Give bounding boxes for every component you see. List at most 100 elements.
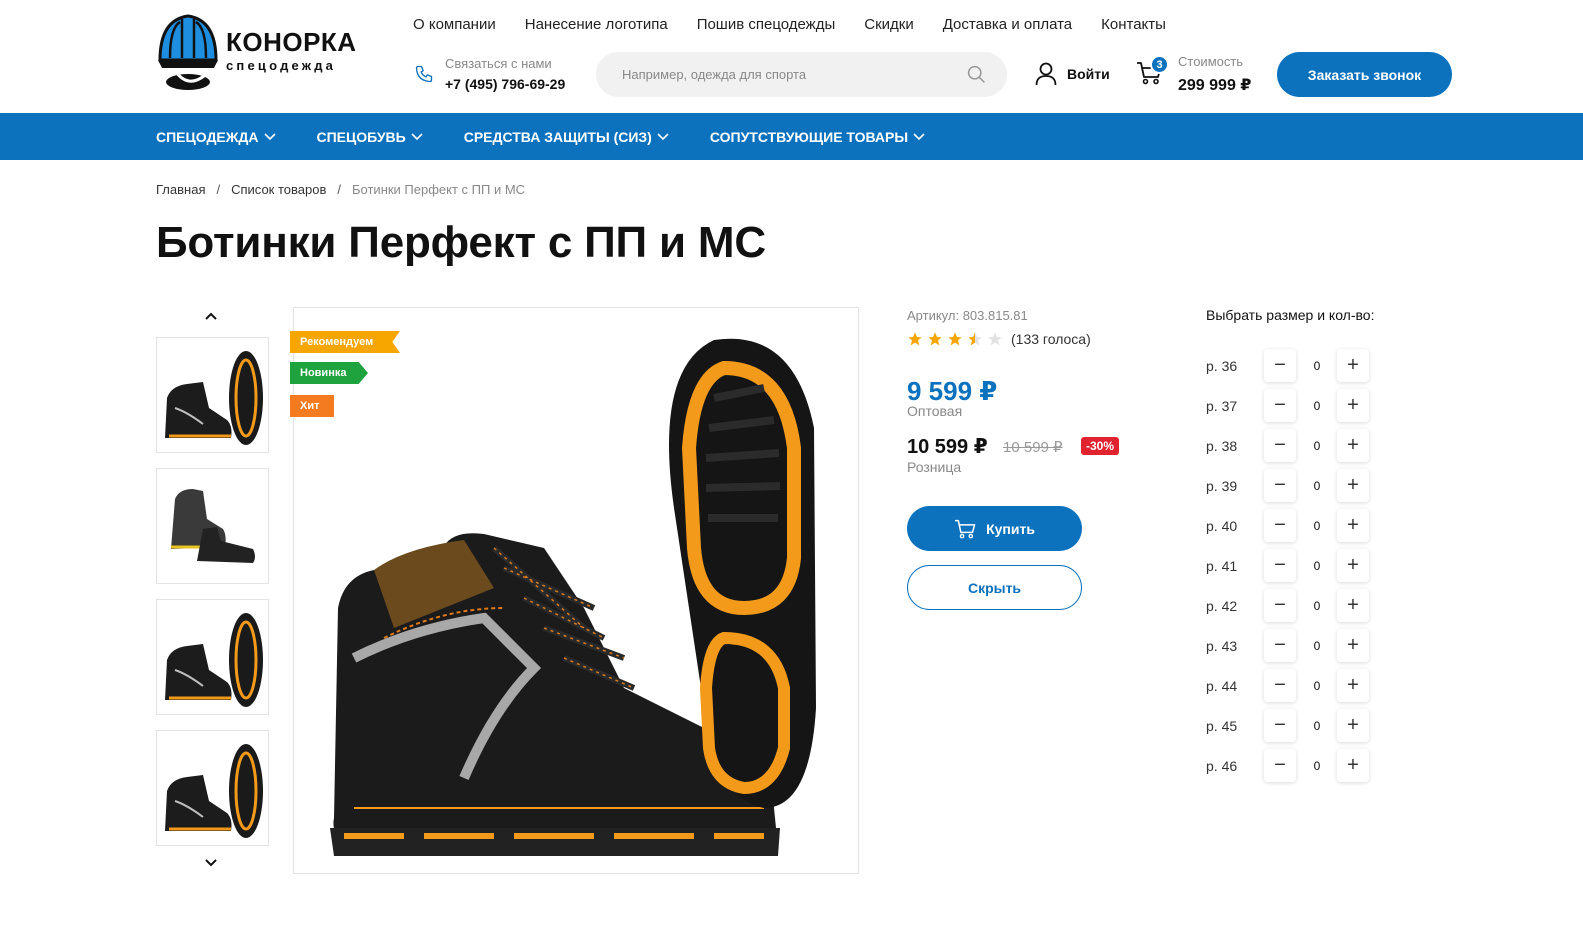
nav-tailoring[interactable]: Пошив спецодежды: [697, 16, 836, 33]
menu-item-workwear[interactable]: СПЕЦОДЕЖДА: [156, 129, 276, 145]
login-button[interactable]: Войти: [1035, 62, 1110, 86]
search-input[interactable]: [622, 52, 952, 97]
catalog-menu: СПЕЦОДЕЖДА СПЕЦОБУВЬ СРЕДСТВА ЗАЩИТЫ (СИ…: [0, 113, 1583, 160]
login-label: Войти: [1067, 66, 1110, 82]
decrease-button[interactable]: −: [1264, 469, 1296, 502]
nav-discounts[interactable]: Скидки: [864, 16, 913, 33]
size-row: р. 42 − +: [1206, 589, 1376, 623]
size-label: р. 36: [1206, 358, 1238, 374]
size-row: р. 44 − +: [1206, 669, 1376, 703]
decrease-button[interactable]: −: [1264, 429, 1296, 462]
quantity-input[interactable]: [1300, 629, 1334, 662]
boot-pair-thumbnail-image: [171, 489, 255, 563]
quantity-input[interactable]: [1300, 509, 1334, 542]
menu-item-ppe[interactable]: СРЕДСТВА ЗАЩИТЫ (СИЗ): [464, 129, 669, 145]
star-icon[interactable]: [927, 331, 943, 347]
increase-button[interactable]: +: [1337, 429, 1369, 462]
breadcrumb: Главная / Список товаров / Ботинки Перфе…: [156, 182, 525, 197]
site-header: КОНОРКА спецодежда О компании Нанесение …: [0, 0, 1583, 113]
decrease-button[interactable]: −: [1264, 709, 1296, 742]
quantity-input[interactable]: [1300, 349, 1334, 382]
quantity-input[interactable]: [1300, 429, 1334, 462]
increase-button[interactable]: +: [1337, 669, 1369, 702]
decrease-button[interactable]: −: [1264, 509, 1296, 542]
star-icon[interactable]: [907, 331, 923, 347]
thumbnail-4[interactable]: [156, 730, 269, 846]
boot-product-image: [330, 338, 816, 856]
quantity-input[interactable]: [1300, 749, 1334, 782]
decrease-button[interactable]: −: [1264, 389, 1296, 422]
contact-phone[interactable]: +7 (495) 796-69-29: [445, 76, 565, 92]
search-icon[interactable]: [966, 64, 987, 85]
increase-button[interactable]: +: [1337, 749, 1369, 782]
product-sku: Артикул: 803.815.81: [907, 308, 1028, 323]
thumbnail-2[interactable]: [156, 468, 269, 584]
chevron-down-icon[interactable]: [203, 855, 219, 871]
increase-button[interactable]: +: [1337, 349, 1369, 382]
chevron-down-icon: [657, 132, 669, 140]
size-label: р. 39: [1206, 478, 1238, 494]
brand-logo[interactable]: КОНОРКА спецодежда: [156, 10, 356, 92]
increase-button[interactable]: +: [1337, 389, 1369, 422]
breadcrumb-home[interactable]: Главная: [156, 182, 205, 197]
size-row: р. 38 − +: [1206, 429, 1376, 463]
buy-button[interactable]: Купить: [907, 506, 1082, 551]
increase-button[interactable]: +: [1337, 509, 1369, 542]
cart-count-badge: 3: [1150, 55, 1169, 74]
size-row: р. 45 − +: [1206, 709, 1376, 743]
rating-votes: (133 голоса): [1011, 331, 1091, 347]
size-label: р. 43: [1206, 638, 1238, 654]
quantity-input[interactable]: [1300, 469, 1334, 502]
menu-item-label: СОПУТСТВУЮЩИЕ ТОВАРЫ: [709, 128, 909, 145]
increase-button[interactable]: +: [1337, 589, 1369, 622]
quantity-input[interactable]: [1300, 549, 1334, 582]
breadcrumb-separator: /: [216, 182, 221, 197]
contact-label: Связаться с нами: [445, 56, 552, 71]
size-row: р. 40 − +: [1206, 509, 1376, 543]
main-product-image[interactable]: [293, 307, 859, 874]
nav-about[interactable]: О компании: [413, 16, 496, 33]
increase-button[interactable]: +: [1337, 469, 1369, 502]
quantity-input[interactable]: [1300, 389, 1334, 422]
size-label: р. 41: [1206, 558, 1238, 574]
decrease-button[interactable]: −: [1264, 629, 1296, 662]
increase-button[interactable]: +: [1337, 709, 1369, 742]
menu-item-related[interactable]: СОПУТСТВУЮЩИЕ ТОВАРЫ: [710, 129, 925, 145]
quantity-input[interactable]: [1300, 669, 1334, 702]
menu-item-label: СПЕЦОДЕЖДА: [156, 128, 259, 145]
nav-logo-print[interactable]: Нанесение логотипа: [525, 16, 668, 33]
half-star-icon[interactable]: [967, 331, 983, 347]
increase-button[interactable]: +: [1337, 549, 1369, 582]
decrease-button[interactable]: −: [1264, 749, 1296, 782]
cart-button[interactable]: 3 Стоимость 299 999 ₽: [1136, 52, 1266, 102]
nav-delivery[interactable]: Доставка и оплата: [943, 16, 1072, 33]
quantity-input[interactable]: [1300, 709, 1334, 742]
product-rating[interactable]: (133 голоса): [907, 331, 1091, 347]
decrease-button[interactable]: −: [1264, 349, 1296, 382]
breadcrumb-list[interactable]: Список товаров: [231, 182, 326, 197]
callback-button[interactable]: Заказать звонок: [1277, 52, 1452, 97]
size-label: р. 40: [1206, 518, 1238, 534]
top-navigation: О компании Нанесение логотипа Пошив спец…: [413, 16, 1166, 33]
thumbnail-1[interactable]: [156, 337, 269, 453]
cart-total-value: 299 999 ₽: [1178, 77, 1252, 94]
brand-tagline: спецодежда: [226, 58, 337, 73]
retail-label: Розница: [907, 459, 962, 475]
hide-button[interactable]: Скрыть: [907, 565, 1082, 610]
discount-badge: -30%: [1081, 437, 1120, 455]
decrease-button[interactable]: −: [1264, 549, 1296, 582]
size-label: р. 44: [1206, 678, 1238, 694]
chevron-up-icon[interactable]: [203, 308, 219, 324]
quantity-input[interactable]: [1300, 589, 1334, 622]
size-label: р. 46: [1206, 758, 1238, 774]
menu-item-footwear[interactable]: СПЕЦОБУВЬ: [317, 129, 423, 145]
thumbnail-3[interactable]: [156, 599, 269, 715]
increase-button[interactable]: +: [1337, 629, 1369, 662]
chevron-down-icon: [913, 132, 925, 140]
decrease-button[interactable]: −: [1264, 669, 1296, 702]
star-icon[interactable]: [947, 331, 963, 347]
decrease-button[interactable]: −: [1264, 589, 1296, 622]
breadcrumb-separator: /: [337, 182, 341, 197]
nav-contacts[interactable]: Контакты: [1101, 16, 1166, 33]
star-empty-icon[interactable]: [987, 331, 1003, 347]
